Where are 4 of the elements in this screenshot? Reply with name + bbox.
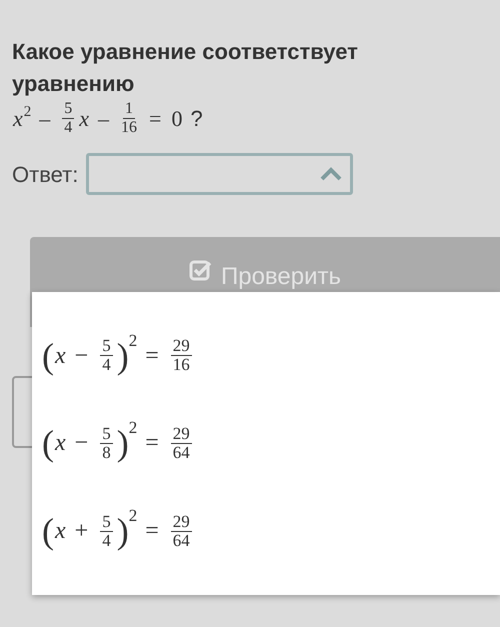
answer-label: Ответ: [12,160,78,188]
checkbox-icon [188,259,213,281]
answer-dropdown[interactable] [86,153,354,195]
chevron-up-icon [320,167,342,181]
